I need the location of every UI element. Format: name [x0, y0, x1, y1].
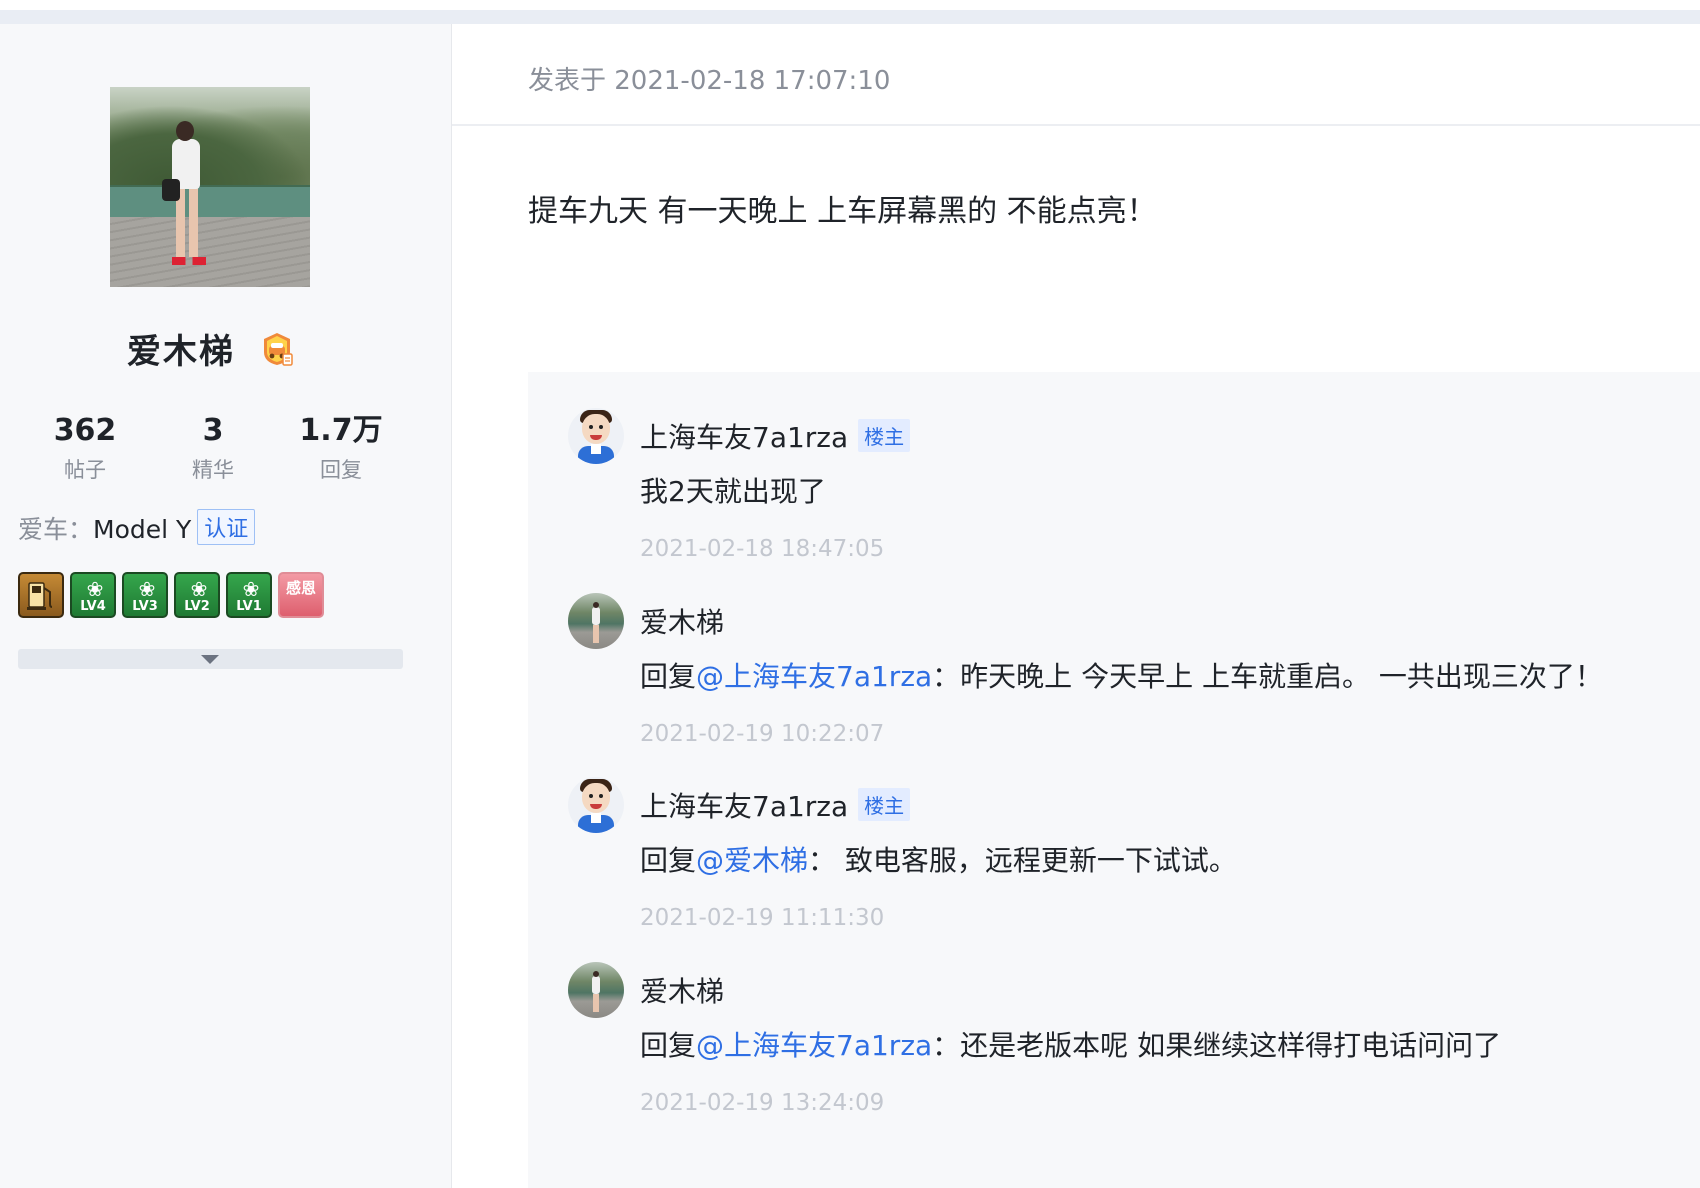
stat-value: 362	[53, 413, 117, 448]
stat-value: 3	[202, 413, 224, 448]
reply-mention-link[interactable]: @上海车友7a1rza	[696, 660, 932, 693]
reply-author-name[interactable]: 上海车友7a1rza	[640, 790, 848, 823]
stat-label: 精华	[192, 458, 234, 482]
reply-text: 回复@上海车友7a1rza：昨天晚上 今天早上 上车就重启。 一共出现三次了！	[640, 655, 1603, 695]
reply-item: 上海车友7a1rza 楼主 回复@爱木梯： 致电客服，远程更新一下试试。 2021…	[528, 777, 1700, 957]
reply-item: 爱木梯 回复@上海车友7a1rza：昨天晚上 今天早上 上车就重启。 一共出现三…	[528, 593, 1700, 773]
reply-author-name[interactable]: 上海车友7a1rza	[640, 421, 848, 454]
car-owner-badge-icon[interactable]	[261, 332, 293, 366]
flower-level-medal-icon[interactable]: ❀ LV3	[122, 572, 168, 618]
post-publish-time: 发表于 2021-02-18 17:07:10	[528, 66, 891, 96]
reply-time: 2021-02-19 13:24:09	[640, 1090, 885, 1116]
post-content: 提车九天 有一天晚上 上车屏幕黑的 不能点亮！	[528, 194, 1157, 229]
reply-item: 上海车友7a1rza 楼主 我2天就出现了 2021-02-18 18:47:05	[528, 408, 1700, 588]
reply-author: 上海车友7a1rza 楼主	[640, 785, 911, 825]
op-tag: 楼主	[858, 419, 911, 452]
reply-prefix: 回复	[640, 844, 697, 877]
reply-time: 2021-02-18 18:47:05	[640, 536, 885, 562]
cartoon-avatar[interactable]	[568, 777, 624, 833]
reply-body: ：还是老版本呢 如果继续这样得打电话问问了	[932, 1029, 1502, 1062]
reply-item: 爱木梯 回复@上海车友7a1rza：还是老版本呢 如果继续这样得打电话问问了 2…	[528, 962, 1700, 1142]
fuel-pump-medal-icon[interactable]	[18, 572, 64, 618]
medal-heart-text: 感恩	[285, 579, 316, 597]
photo-avatar[interactable]	[568, 962, 624, 1018]
stat-label: 回复	[320, 458, 362, 482]
reply-time: 2021-02-19 10:22:07	[640, 721, 885, 747]
medal-level-text: LV4	[80, 599, 106, 614]
author-stats: 362 帖子 3 精华 1.7万 回复	[30, 414, 400, 484]
stat-label: 帖子	[64, 458, 106, 482]
stat-essence[interactable]: 3 精华	[158, 414, 268, 484]
reply-time: 2021-02-19 11:11:30	[640, 905, 885, 931]
reply-author-name[interactable]: 爱木梯	[640, 975, 724, 1008]
reply-author: 爱木梯	[640, 601, 724, 641]
reply-list: 上海车友7a1rza 楼主 我2天就出现了 2021-02-18 18:47:05…	[528, 372, 1700, 1188]
photo-avatar[interactable]	[568, 593, 624, 649]
reply-mention-link[interactable]: @上海车友7a1rza	[696, 1029, 932, 1062]
author-avatar[interactable]	[110, 87, 310, 287]
divider	[452, 124, 1700, 126]
reply-mention-link[interactable]: @爱木梯	[696, 844, 808, 877]
stat-replies[interactable]: 1.7万 回复	[286, 414, 396, 484]
reply-prefix: 回复	[640, 1029, 697, 1062]
flower-level-medal-icon[interactable]: ❀ LV4	[70, 572, 116, 618]
verify-tag[interactable]: 认证	[197, 509, 256, 545]
car-model[interactable]: Model Y	[93, 515, 191, 544]
reply-text: 回复@上海车友7a1rza：还是老版本呢 如果继续这样得打电话问问了	[640, 1024, 1501, 1064]
reply-author-name[interactable]: 爱木梯	[640, 606, 724, 639]
medal-level-text: LV1	[236, 599, 262, 614]
car-label: 爱车：	[18, 515, 94, 544]
author-username[interactable]: 爱木梯	[127, 324, 235, 373]
reply-body: ：昨天晚上 今天早上 上车就重启。 一共出现三次了！	[932, 660, 1603, 693]
reply-text: 我2天就出现了	[640, 470, 826, 510]
reply-prefix: 回复	[640, 660, 697, 693]
top-header-strip	[0, 10, 1700, 24]
flower-level-medal-icon[interactable]: ❀ LV2	[174, 572, 220, 618]
author-sidebar: 爱木梯 362 帖子 3 精华 1.7万 回复 爱车：Model Y 认证 ❀ …	[0, 24, 452, 1188]
reply-author: 上海车友7a1rza 楼主	[640, 416, 911, 456]
author-name-row: 爱木梯	[0, 324, 420, 373]
reply-author: 爱木梯	[640, 970, 724, 1010]
cartoon-avatar[interactable]	[568, 408, 624, 464]
author-car-line: 爱车：Model Y 认证	[18, 509, 256, 546]
reply-body: ： 致电客服，远程更新一下试试。	[808, 844, 1237, 877]
op-tag: 楼主	[858, 788, 911, 821]
expand-author-info-button[interactable]	[18, 649, 403, 669]
reply-body: 我2天就出现了	[640, 475, 826, 508]
chevron-down-icon	[201, 655, 219, 664]
reply-text: 回复@爱木梯： 致电客服，远程更新一下试试。	[640, 839, 1237, 879]
flower-level-medal-icon[interactable]: ❀ LV1	[226, 572, 272, 618]
stat-value: 1.7万	[299, 413, 383, 448]
stat-posts[interactable]: 362 帖子	[30, 414, 140, 484]
medal-level-text: LV3	[132, 599, 158, 614]
medal-level-text: LV2	[184, 599, 210, 614]
heart-thanks-medal-icon[interactable]: 感恩	[278, 572, 324, 618]
post-main: 发表于 2021-02-18 17:07:10 提车九天 有一天晚上 上车屏幕黑…	[452, 24, 1700, 1188]
